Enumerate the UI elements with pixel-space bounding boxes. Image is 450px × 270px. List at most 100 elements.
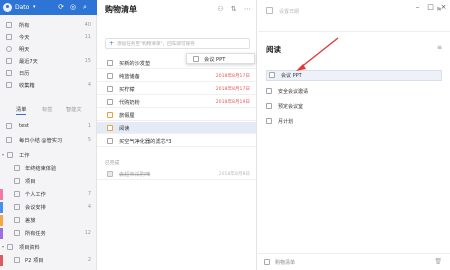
completed-section-header[interactable]: 已完成 bbox=[105, 159, 119, 166]
nav-next-7-days[interactable]: 最近7天 15 bbox=[0, 56, 97, 67]
detail-task-checkbox[interactable] bbox=[266, 7, 273, 14]
list-icon bbox=[14, 204, 20, 210]
task-checkbox[interactable] bbox=[107, 138, 113, 144]
bell-icon[interactable]: ◎ bbox=[69, 3, 77, 11]
detail-task-title[interactable]: 阅读 bbox=[266, 44, 281, 55]
sidebar-list-item[interactable]: 个人工作 7 bbox=[0, 189, 97, 200]
subtask-checkbox[interactable] bbox=[269, 72, 275, 78]
tab-smart-lists[interactable]: 智能文 bbox=[66, 106, 82, 113]
list-label: test bbox=[19, 123, 29, 129]
task-checkbox[interactable] bbox=[107, 73, 113, 79]
task-checkbox[interactable] bbox=[107, 86, 113, 92]
nav-calendar[interactable]: 日历 bbox=[0, 68, 97, 79]
list-icon bbox=[14, 217, 20, 223]
list-icon bbox=[14, 191, 20, 197]
list-icon bbox=[14, 257, 20, 263]
minimize-icon[interactable]: – bbox=[412, 2, 423, 12]
folder-collapse-icon[interactable]: ▾ bbox=[2, 152, 4, 157]
chevron-down-icon[interactable]: ▾ bbox=[33, 4, 36, 10]
nav-count: 11 bbox=[84, 34, 91, 40]
task-row[interactable]: 买柠檬 2018年8月17日 bbox=[97, 83, 256, 95]
task-due-date: 2018年8月17日 bbox=[215, 87, 250, 92]
nav-label: 明天 bbox=[19, 47, 30, 53]
task-checkbox[interactable] bbox=[107, 60, 113, 66]
close-icon[interactable]: × bbox=[438, 2, 449, 12]
maximize-icon[interactable]: □ bbox=[425, 2, 436, 12]
sidebar-list-item[interactable]: P2 项目 2 bbox=[0, 255, 97, 266]
task-checkbox[interactable] bbox=[107, 99, 113, 105]
calendar-today-icon bbox=[6, 34, 12, 40]
sidebar-folder-work[interactable]: ▾ 工作 bbox=[0, 150, 97, 161]
sidebar-list-item[interactable]: 项目 bbox=[0, 176, 97, 187]
sidebar-list-item[interactable]: 差旅 bbox=[0, 215, 97, 226]
sort-icon[interactable]: ⇅ bbox=[231, 5, 237, 13]
task-row-selected[interactable]: 阅读 bbox=[97, 122, 256, 134]
sidebar-list-item[interactable]: 年终结束体验 bbox=[0, 163, 97, 174]
detail-footer: 购物清单 🗑 bbox=[258, 253, 450, 270]
subtask-checkbox[interactable] bbox=[266, 118, 272, 124]
nav-today[interactable]: 今天 11 bbox=[0, 32, 97, 43]
tab-lists[interactable]: 清单 bbox=[16, 106, 27, 115]
list-color-tag bbox=[0, 255, 3, 266]
tab-tags[interactable]: 标签 bbox=[42, 106, 52, 113]
subtask-checkbox[interactable] bbox=[266, 88, 272, 94]
sidebar-list-item[interactable]: 会议安排 4 bbox=[0, 202, 97, 213]
task-checkbox[interactable] bbox=[107, 125, 113, 131]
task-due-date: 2018年8月17日 bbox=[215, 74, 250, 79]
task-list-pane: 购物清单 ⚇ ⇅ ⋯ + 添加任务至"购物清单"，回车即可保存 买新的沙发垫 纯… bbox=[97, 0, 257, 270]
nav-all[interactable]: 所有 40 bbox=[0, 20, 97, 31]
share-icon[interactable]: ⚇ bbox=[217, 5, 223, 13]
list-count: 1 bbox=[87, 123, 91, 129]
nav-inbox[interactable]: 收集箱 4 bbox=[0, 80, 97, 91]
list-color-tag bbox=[0, 228, 3, 239]
detail-list-name[interactable]: 购物清单 bbox=[275, 259, 295, 266]
task-checkbox[interactable] bbox=[107, 112, 113, 118]
subtask-label: 预定会议室 bbox=[278, 104, 304, 110]
subtask-row[interactable]: 安全会议邀请 bbox=[266, 86, 442, 97]
list-icon bbox=[14, 165, 20, 171]
trash-icon[interactable]: 🗑 bbox=[434, 258, 442, 265]
completed-task-row[interactable]: 去超市采购啤 2018年8月8日 bbox=[97, 168, 256, 180]
task-checkbox-checked[interactable] bbox=[107, 171, 113, 177]
folder-icon bbox=[7, 244, 13, 250]
subtask-row[interactable]: 月计划 bbox=[266, 116, 442, 127]
task-row[interactable]: 买空气净化器的滤芯*3 bbox=[97, 135, 256, 147]
list-label: 年终结束体验 bbox=[25, 166, 57, 172]
list-count: 4 bbox=[87, 204, 91, 210]
drag-ghost-task[interactable]: 会议 PPT bbox=[186, 53, 255, 64]
search-icon[interactable]: ⌕ bbox=[81, 3, 89, 11]
task-title: 代购奶粉 bbox=[119, 100, 140, 106]
avatar[interactable] bbox=[3, 3, 12, 12]
add-task-input[interactable]: + 添加任务至"购物清单"，回车即可保存 bbox=[105, 38, 250, 49]
task-row[interactable]: 旅假屋 bbox=[97, 109, 256, 121]
subtask-row-dropped[interactable]: 会议 PPT bbox=[266, 70, 442, 81]
sidebar-list-daily[interactable]: 每日小结 @管实习 5 bbox=[0, 135, 97, 146]
sidebar-list-test[interactable]: test 1 bbox=[0, 121, 97, 132]
nav-label: 日历 bbox=[19, 71, 30, 77]
nav-tomorrow[interactable]: 明天 bbox=[0, 44, 97, 55]
subtask-row[interactable]: 预定会议室 bbox=[266, 101, 442, 112]
folder-label: 工作 bbox=[19, 153, 30, 159]
sync-icon[interactable]: ⟳ bbox=[57, 3, 65, 11]
list-label: 每日小结 @管实习 bbox=[19, 138, 63, 144]
folder-collapse-icon[interactable]: ▾ bbox=[2, 244, 4, 249]
nav-label: 今天 bbox=[19, 35, 30, 41]
inbox-stack-icon bbox=[6, 22, 12, 28]
list-label: 个人工作 bbox=[25, 192, 46, 198]
user-name[interactable]: Dato bbox=[15, 4, 29, 11]
sidebar-list-item[interactable]: 所有任务 12 bbox=[0, 228, 97, 239]
list-icon bbox=[264, 259, 270, 265]
subtask-checkbox[interactable] bbox=[266, 103, 272, 109]
calendar-week-icon bbox=[6, 58, 12, 64]
subtask-label: 月计划 bbox=[278, 119, 294, 125]
task-row[interactable]: 代购奶粉 2018年8月19日 bbox=[97, 96, 256, 108]
checklist-menu-icon[interactable]: ≡ bbox=[437, 44, 442, 51]
set-date-button[interactable]: 设置日期 bbox=[279, 8, 299, 15]
more-icon[interactable]: ⋯ bbox=[244, 5, 251, 13]
sidebar-tabs: 清单 标签 智能文 bbox=[0, 104, 97, 116]
list-icon bbox=[14, 230, 20, 236]
sidebar-folder-project[interactable]: ▾ 项目资料 bbox=[0, 242, 97, 253]
task-row[interactable]: 纯蓝储备 2018年8月17日 bbox=[97, 70, 256, 82]
task-title: 买空气净化器的滤芯*3 bbox=[119, 139, 172, 145]
list-color-tag bbox=[0, 189, 3, 200]
